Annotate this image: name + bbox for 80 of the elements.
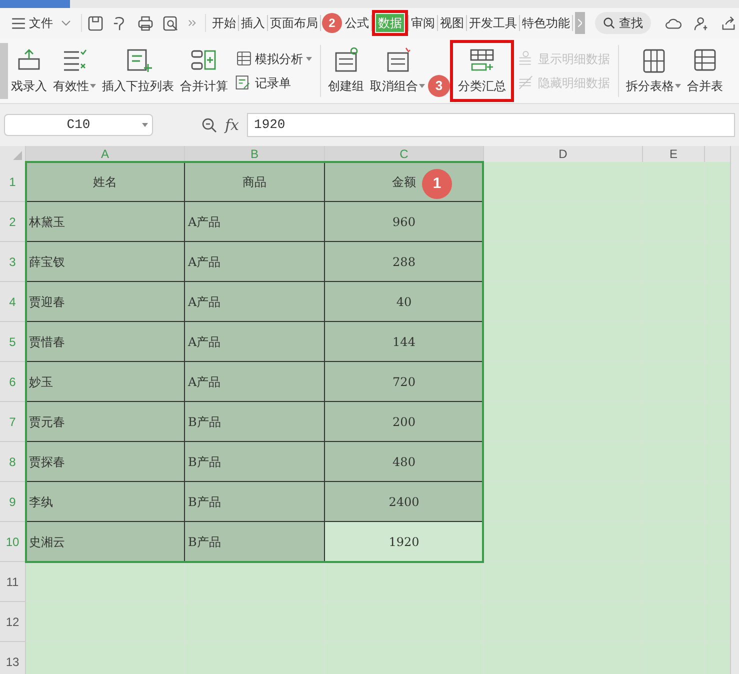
ribbon-tab[interactable]: 页面布局 <box>268 14 320 32</box>
cloud-icon[interactable] <box>665 16 682 30</box>
function-button[interactable]: fx <box>225 114 240 136</box>
user-add-icon[interactable] <box>694 16 709 30</box>
file-label: 文件 <box>29 15 53 32</box>
row-header[interactable]: 12 <box>0 602 26 642</box>
table-cell: 李纨 <box>26 482 185 522</box>
search-icon <box>603 17 615 29</box>
table-cell: 妙玉 <box>26 362 185 402</box>
ribbon-button[interactable]: 记录单 <box>235 74 312 92</box>
menu-icon <box>12 18 25 28</box>
table-cell: A产品 <box>185 282 325 322</box>
table-cell: A产品 <box>185 242 325 282</box>
preview-icon[interactable] <box>163 16 178 30</box>
ribbon-button[interactable]: 合并表 <box>684 46 726 94</box>
print-icon[interactable] <box>138 16 153 30</box>
caret-icon <box>306 56 312 60</box>
table-cell: 林黛玉 <box>26 202 185 242</box>
ribbon-tab[interactable]: 插入 <box>239 14 267 32</box>
more-icon[interactable] <box>188 19 197 27</box>
ribbon-button[interactable]: 创建组 <box>325 46 367 94</box>
table-cell: 薛宝钗 <box>26 242 185 282</box>
table-cell: B产品 <box>185 442 325 482</box>
chevron-right-icon <box>578 19 582 27</box>
table-cell: 姓名 <box>26 162 185 202</box>
table-cell: 贾迎春 <box>26 282 185 322</box>
share-icon[interactable] <box>721 16 736 30</box>
table-cell: 288 <box>325 242 484 282</box>
table-cell: 960 <box>325 202 484 242</box>
caret-icon <box>419 84 425 88</box>
table-cell: 144 <box>325 322 484 362</box>
collapse-handle[interactable] <box>0 42 8 98</box>
row-header[interactable]: 13 <box>0 642 26 674</box>
file-menu[interactable]: 文件 <box>8 14 75 32</box>
ribbon-button[interactable]: 合并计算 <box>177 46 231 94</box>
ribbon-tab[interactable]: 审阅 <box>409 14 437 32</box>
name-box[interactable]: C10 <box>4 114 153 136</box>
step-badge: 2 <box>322 13 342 33</box>
ribbon-tab[interactable]: 开始 <box>210 14 238 32</box>
ribbon-button[interactable]: 插入下拉列表 <box>99 46 177 94</box>
caret-icon <box>142 123 148 127</box>
table-cell: A产品 <box>185 362 325 402</box>
table-cell: 40 <box>325 282 484 322</box>
table-icon <box>235 50 253 67</box>
caret-icon <box>675 84 681 88</box>
ribbon-button[interactable]: 模拟分析 <box>235 50 312 68</box>
table-cell: 商品 <box>185 162 325 202</box>
table-cell: B产品 <box>185 482 325 522</box>
chevron-icon <box>61 20 71 26</box>
table-cell: 贾惜春 <box>26 322 185 362</box>
table-cell: 史湘云 <box>26 522 185 562</box>
table-cell: 200 <box>325 402 484 442</box>
table-cell: 2400 <box>325 482 484 522</box>
ribbon-button[interactable]: 有效性 <box>50 46 99 94</box>
row-header[interactable]: 11 <box>0 562 26 602</box>
table-cell: 480 <box>325 442 484 482</box>
search-button[interactable]: 查找 <box>595 12 651 34</box>
ribbon-tab[interactable]: 公式 <box>343 14 371 32</box>
formula-field[interactable]: 1920 <box>247 113 735 137</box>
ribbon-button[interactable]: 戏录入 <box>8 46 50 94</box>
table-cell: 贾探春 <box>26 442 185 482</box>
search-label: 查找 <box>619 15 643 32</box>
table-add-icon <box>468 46 496 72</box>
ribbon-tab[interactable]: 视图 <box>438 14 466 32</box>
table-cell: 720 <box>325 362 484 402</box>
table-cell: 贾元春 <box>26 402 185 442</box>
zoom-icon[interactable] <box>201 117 217 133</box>
table-cell: A产品 <box>185 202 325 242</box>
save-icon[interactable] <box>88 16 103 30</box>
ribbon-button[interactable]: 取消组合 <box>367 46 428 94</box>
caret-icon <box>90 84 96 88</box>
ribbon-tab[interactable]: 开发工具 <box>467 14 519 32</box>
ribbon-tab[interactable]: 特色功能 <box>520 14 572 32</box>
table-cell: A产品 <box>185 322 325 362</box>
step-badge: 3 <box>428 75 450 97</box>
ribbon-button[interactable]: 拆分表格 <box>623 46 684 94</box>
table-cell: B产品 <box>185 522 325 562</box>
table-cell: B产品 <box>185 402 325 442</box>
ribbon-button[interactable]: 分类汇总 <box>455 46 509 94</box>
scrollbar[interactable] <box>730 146 739 674</box>
